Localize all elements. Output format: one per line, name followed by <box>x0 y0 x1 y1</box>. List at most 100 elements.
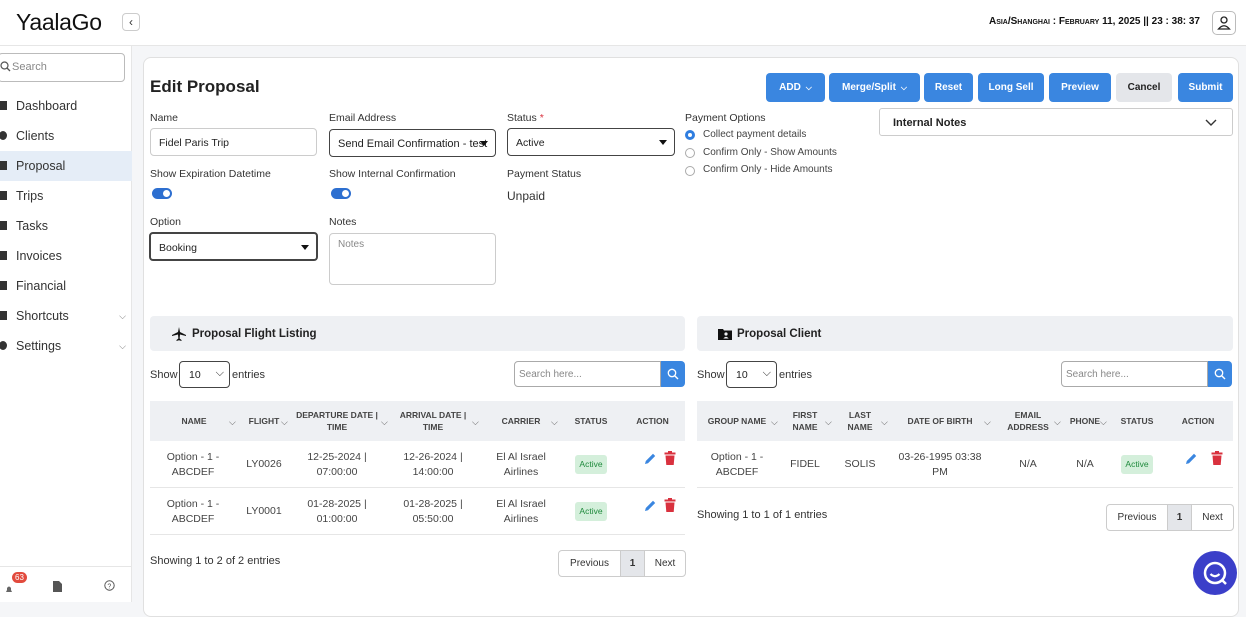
sort-icon[interactable]: ⌵ <box>1100 417 1107 428</box>
sidebar-item-clients[interactable]: Clients <box>0 121 132 151</box>
sidebar-item-tasks[interactable]: Tasks <box>0 211 132 241</box>
sidebar-item-financial[interactable]: Financial <box>0 271 132 301</box>
search-icon <box>1214 368 1226 380</box>
column-header[interactable]: ARRIVAL DATE | TIME <box>393 401 473 441</box>
submit-button[interactable]: Submit <box>1178 73 1233 102</box>
merge-split-dropdown-button[interactable]: Merge/Split ⌵ <box>829 73 920 102</box>
previous-page-button[interactable]: Previous <box>1107 505 1167 530</box>
sidebar-item-proposal[interactable]: Proposal <box>0 151 132 181</box>
sort-icon[interactable]: ⌵ <box>984 417 991 428</box>
flight-cell-arrival: 01-28-2025 | 05:50:00 <box>403 497 463 525</box>
sort-icon[interactable]: ⌵ <box>281 417 288 428</box>
sidebar-item-shortcuts[interactable]: Shortcuts ⌵ <box>0 301 132 331</box>
status-badge: Active <box>575 455 607 474</box>
sidebar-search-input[interactable]: Search <box>0 53 125 82</box>
sort-icon[interactable]: ⌵ <box>825 417 832 428</box>
sidebar-item-settings[interactable]: Settings ⌵ <box>0 331 132 361</box>
flight-pagination: Previous 1 Next <box>558 550 686 577</box>
preview-button[interactable]: Preview <box>1049 73 1111 102</box>
flight-table-info: Showing 1 to 2 of 2 entries <box>150 555 281 567</box>
gear-icon <box>0 341 7 350</box>
flight-cell-name: Option - 1 - ABCDEF <box>166 497 220 525</box>
radio-confirm-hide-amounts[interactable] <box>685 166 695 176</box>
payment-status-value: Unpaid <box>507 189 546 203</box>
table-row: Option - 1 - ABCDEF FIDEL SOLIS 03-26-19… <box>697 441 1233 488</box>
client-search-button[interactable] <box>1208 361 1232 387</box>
column-header[interactable]: DEPARTURE DATE | TIME <box>292 401 382 441</box>
delete-icon[interactable] <box>1211 451 1223 465</box>
column-header[interactable]: CARRIER <box>492 401 550 441</box>
client-search-input[interactable]: Search here... <box>1061 361 1208 387</box>
flight-cell-flight: LY0001 <box>246 505 282 517</box>
flight-search-input[interactable]: Search here... <box>514 361 661 387</box>
edit-icon[interactable] <box>643 452 657 466</box>
reset-button[interactable]: Reset <box>924 73 973 102</box>
name-input[interactable]: Fidel Paris Trip <box>150 128 317 156</box>
long-sell-button[interactable]: Long Sell <box>978 73 1044 102</box>
sort-icon[interactable]: ⌵ <box>551 417 558 428</box>
notes-textarea[interactable]: Notes <box>329 233 496 285</box>
radio-confirm-show-amounts[interactable] <box>685 148 695 158</box>
radio-label: Confirm Only - Show Amounts <box>703 147 837 158</box>
flight-entries-select[interactable]: 10 ⌵ <box>179 361 230 388</box>
app-logo[interactable]: YaalaGo <box>16 9 102 36</box>
show-expiration-toggle[interactable] <box>152 188 172 199</box>
client-entries-select[interactable]: 10 ⌵ <box>726 361 777 388</box>
chevron-down-icon: ⌵ <box>215 367 224 379</box>
sidebar-item-trips[interactable]: Trips <box>0 181 132 211</box>
radio-collect-payment[interactable] <box>685 130 695 140</box>
previous-page-button[interactable]: Previous <box>559 551 620 576</box>
email-select[interactable]: Send Email Confirmation - test <box>329 129 496 157</box>
collapse-sidebar-button[interactable]: ‹ <box>122 13 140 31</box>
entries-value: 10 <box>189 369 201 381</box>
column-header[interactable]: DATE OF BIRTH <box>897 401 983 441</box>
flight-cell-carrier: El Al Israel Airlines <box>496 497 546 525</box>
help-icon[interactable]: ? <box>104 580 115 591</box>
sort-icon[interactable]: ⌵ <box>472 417 479 428</box>
email-label: Email Address <box>329 112 397 124</box>
column-header[interactable]: NAME <box>150 401 238 441</box>
add-dropdown-button[interactable]: ADD ⌵ <box>766 73 825 102</box>
shortcuts-icon <box>0 311 7 320</box>
page-number-button[interactable]: 1 <box>1167 505 1192 530</box>
client-cell-last-name: SOLIS <box>844 458 876 470</box>
column-header[interactable]: GROUP NAME <box>697 401 777 441</box>
column-header[interactable]: LAST NAME <box>840 401 880 441</box>
sidebar-item-invoices[interactable]: Invoices <box>0 241 132 271</box>
trips-icon <box>0 191 7 200</box>
next-page-button[interactable]: Next <box>1192 505 1233 530</box>
column-header[interactable]: FIRST NAME <box>785 401 825 441</box>
status-select[interactable]: Active <box>507 128 675 156</box>
sidebar-item-label: Invoices <box>16 249 62 263</box>
sidebar-item-dashboard[interactable]: Dashboard <box>0 91 132 121</box>
user-menu-button[interactable] <box>1212 11 1236 35</box>
chat-support-button[interactable] <box>1193 551 1237 595</box>
column-header[interactable]: EMAIL ADDRESS <box>1003 401 1053 441</box>
internal-notes-accordion[interactable]: Internal Notes <box>879 108 1233 136</box>
add-button-label: ADD <box>779 82 801 93</box>
show-internal-toggle[interactable] <box>331 188 351 199</box>
dashboard-icon <box>0 101 7 110</box>
edit-icon[interactable] <box>1184 452 1198 466</box>
option-label: Option <box>150 216 181 228</box>
chevron-down-icon: ⌵ <box>119 311 126 321</box>
option-select[interactable]: Booking <box>149 232 318 261</box>
file-icon[interactable] <box>53 581 62 592</box>
sort-icon[interactable]: ⌵ <box>771 417 778 428</box>
sort-icon[interactable]: ⌵ <box>1054 417 1061 428</box>
sort-icon[interactable]: ⌵ <box>229 417 236 428</box>
entries-label: entries <box>779 369 813 381</box>
table-row: Option - 1 - ABCDEF LY0026 12-25-2024 | … <box>150 441 685 488</box>
flight-search-button[interactable] <box>661 361 685 387</box>
sort-icon[interactable]: ⌵ <box>881 417 888 428</box>
client-cell-first-name: FIDEL <box>790 458 820 470</box>
sort-icon[interactable]: ⌵ <box>381 417 388 428</box>
delete-icon[interactable] <box>664 498 676 512</box>
column-header[interactable]: PHONE <box>1065 401 1105 441</box>
page-number-button[interactable]: 1 <box>620 551 645 576</box>
delete-icon[interactable] <box>664 451 676 465</box>
next-page-button[interactable]: Next <box>645 551 685 576</box>
edit-icon[interactable] <box>643 499 657 513</box>
cancel-button[interactable]: Cancel <box>1116 73 1172 102</box>
notifications-button[interactable]: 63 <box>4 572 27 599</box>
